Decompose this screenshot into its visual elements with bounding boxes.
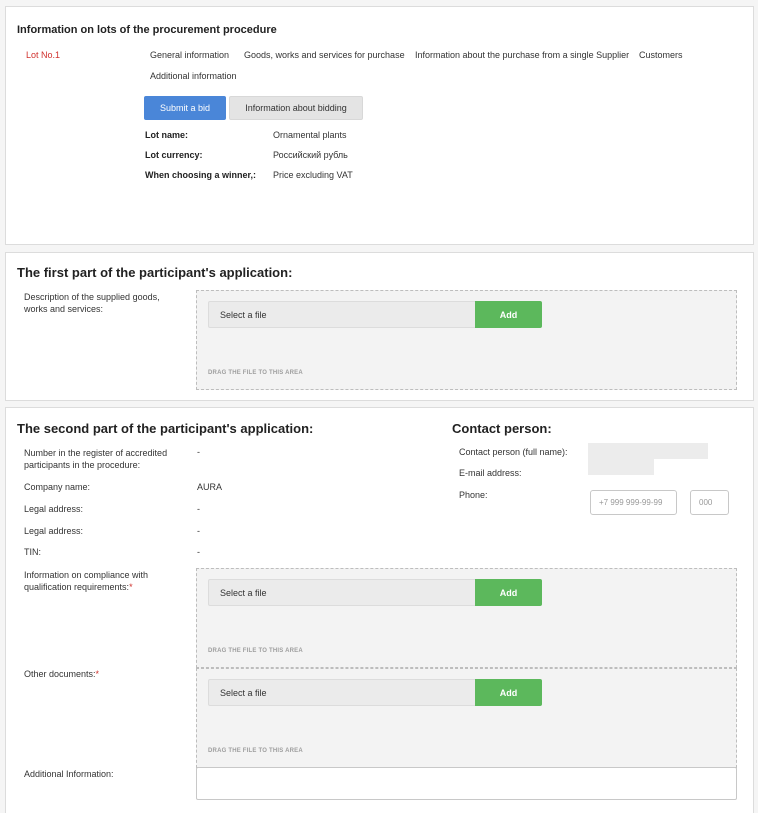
qualification-dropzone[interactable]: Select a file Add DRAG THE FILE TO THIS … xyxy=(196,568,737,668)
bidding-info-button[interactable]: Information about bidding xyxy=(229,96,363,120)
select-file-button[interactable]: Select a file xyxy=(208,579,476,606)
company-name-label: Company name: xyxy=(24,482,91,492)
winner-criteria-label: When choosing a winner,: xyxy=(145,170,257,180)
phone-extension-input[interactable]: 000 xyxy=(690,490,729,515)
first-part-title: The first part of the participant's appl… xyxy=(17,265,293,280)
contact-name-label: Contact person (full name): xyxy=(459,447,568,457)
second-part-title: The second part of the participant's app… xyxy=(17,421,314,436)
tab-general-information[interactable]: General information xyxy=(150,50,229,60)
qualification-label: Information on compliance with qualifica… xyxy=(24,570,149,592)
additional-info-textarea[interactable] xyxy=(196,767,737,800)
tab-customers[interactable]: Customers xyxy=(639,50,683,60)
lot-currency-value: Российский рубль xyxy=(273,150,348,160)
lot-label[interactable]: Lot No.1 xyxy=(26,50,60,60)
register-number-label: Number in the register of accredited par… xyxy=(24,448,168,470)
additional-info-label: Additional Information: xyxy=(24,769,114,779)
redacted-name xyxy=(588,443,708,459)
select-file-button[interactable]: Select a file xyxy=(208,679,476,706)
required-mark: * xyxy=(95,669,100,679)
legal-address-label-2: Legal address: xyxy=(24,526,84,536)
register-number-value: - xyxy=(197,447,200,457)
add-file-button[interactable]: Add xyxy=(475,579,542,606)
description-label: Description of the supplied goods, works… xyxy=(24,292,160,314)
tin-value: - xyxy=(197,547,200,557)
select-file-button[interactable]: Select a file xyxy=(208,301,476,328)
email-label: E-mail address: xyxy=(459,468,522,478)
required-mark: * xyxy=(129,582,133,592)
submit-bid-button[interactable]: Submit a bid xyxy=(144,96,226,120)
lots-title: Information on lots of the procurement p… xyxy=(17,24,277,36)
drag-hint: DRAG THE FILE TO THIS AREA xyxy=(208,748,303,754)
phone-label: Phone: xyxy=(459,490,488,500)
phone-input[interactable]: +7 999 999-99-99 xyxy=(590,490,677,515)
legal-address-value: - xyxy=(197,504,200,514)
second-part-panel: The second part of the participant's app… xyxy=(5,407,754,813)
lot-name-label: Lot name: xyxy=(145,130,189,140)
tab-single-supplier[interactable]: Information about the purchase from a si… xyxy=(415,50,629,60)
company-name-value: AURA xyxy=(197,482,223,492)
other-documents-dropzone[interactable]: Select a file Add DRAG THE FILE TO THIS … xyxy=(196,668,737,768)
tab-additional-information[interactable]: Additional information xyxy=(150,71,237,81)
lot-name-value: Ornamental plants xyxy=(273,130,347,140)
contact-title: Contact person: xyxy=(452,421,552,436)
tab-goods-works-services[interactable]: Goods, works and services for purchase xyxy=(244,50,405,60)
winner-criteria-value: Price excluding VAT xyxy=(273,170,353,180)
legal-address-value-2: - xyxy=(197,526,200,536)
other-documents-label: Other documents:* xyxy=(24,669,100,679)
first-part-panel: The first part of the participant's appl… xyxy=(5,252,754,401)
redacted-email xyxy=(588,459,654,475)
add-file-button[interactable]: Add xyxy=(475,679,542,706)
description-dropzone[interactable]: Select a file Add DRAG THE FILE TO THIS … xyxy=(196,290,737,390)
drag-hint: DRAG THE FILE TO THIS AREA xyxy=(208,370,303,376)
tin-label: TIN: xyxy=(24,547,41,557)
add-file-button[interactable]: Add xyxy=(475,301,542,328)
legal-address-label: Legal address: xyxy=(24,504,84,514)
drag-hint: DRAG THE FILE TO THIS AREA xyxy=(208,648,303,654)
lots-panel: Information on lots of the procurement p… xyxy=(5,6,754,245)
lot-currency-label: Lot currency: xyxy=(145,150,203,160)
